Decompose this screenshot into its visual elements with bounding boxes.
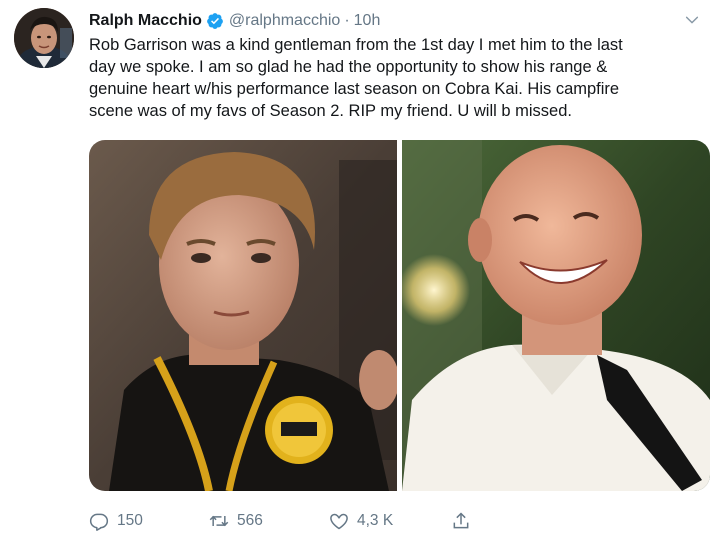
photo-young-karateka[interactable]: [89, 140, 397, 491]
user-handle[interactable]: @ralphmacchio: [229, 12, 340, 30]
tweet[interactable]: Ralph Macchio @ralphmacchio · 10h Rob Ga…: [0, 0, 720, 540]
tweet-text-line: genuine heart w/his performance last sea…: [89, 80, 620, 98]
tweet-text-line: scene was of my favs of Season 2. RIP my…: [89, 102, 572, 120]
avatar-image: [14, 8, 74, 68]
like-count: 4,3 K: [357, 512, 394, 529]
tweet-header: Ralph Macchio @ralphmacchio · 10h: [89, 10, 380, 32]
reply-count: 150: [117, 512, 143, 529]
separator-dot: ·: [344, 12, 350, 29]
like-button[interactable]: 4,3 K: [329, 511, 393, 531]
reply-icon: [89, 511, 109, 531]
tweet-text: Rob Garrison was a kind gentleman from t…: [89, 34, 704, 122]
retweet-icon: [209, 511, 229, 531]
tweet-media[interactable]: [89, 140, 710, 491]
display-name[interactable]: Ralph Macchio: [89, 12, 202, 30]
tweet-text-line: day we spoke. I am so glad he had the op…: [89, 58, 608, 76]
timestamp[interactable]: 10h: [354, 12, 381, 30]
share-icon: [451, 511, 471, 531]
share-button[interactable]: [451, 511, 471, 531]
verified-badge-icon: [206, 12, 224, 30]
retweet-count: 566: [237, 512, 263, 529]
tweet-text-line: Rob Garrison was a kind gentleman from t…: [89, 36, 623, 54]
chevron-down-icon[interactable]: [680, 8, 704, 32]
heart-icon: [329, 511, 349, 531]
photo-smiling-man[interactable]: [402, 140, 710, 491]
reply-button[interactable]: 150: [89, 511, 143, 531]
tweet-actions: 150 566 4,3 K: [89, 508, 539, 534]
avatar[interactable]: [14, 8, 74, 68]
retweet-button[interactable]: 566: [209, 511, 263, 531]
